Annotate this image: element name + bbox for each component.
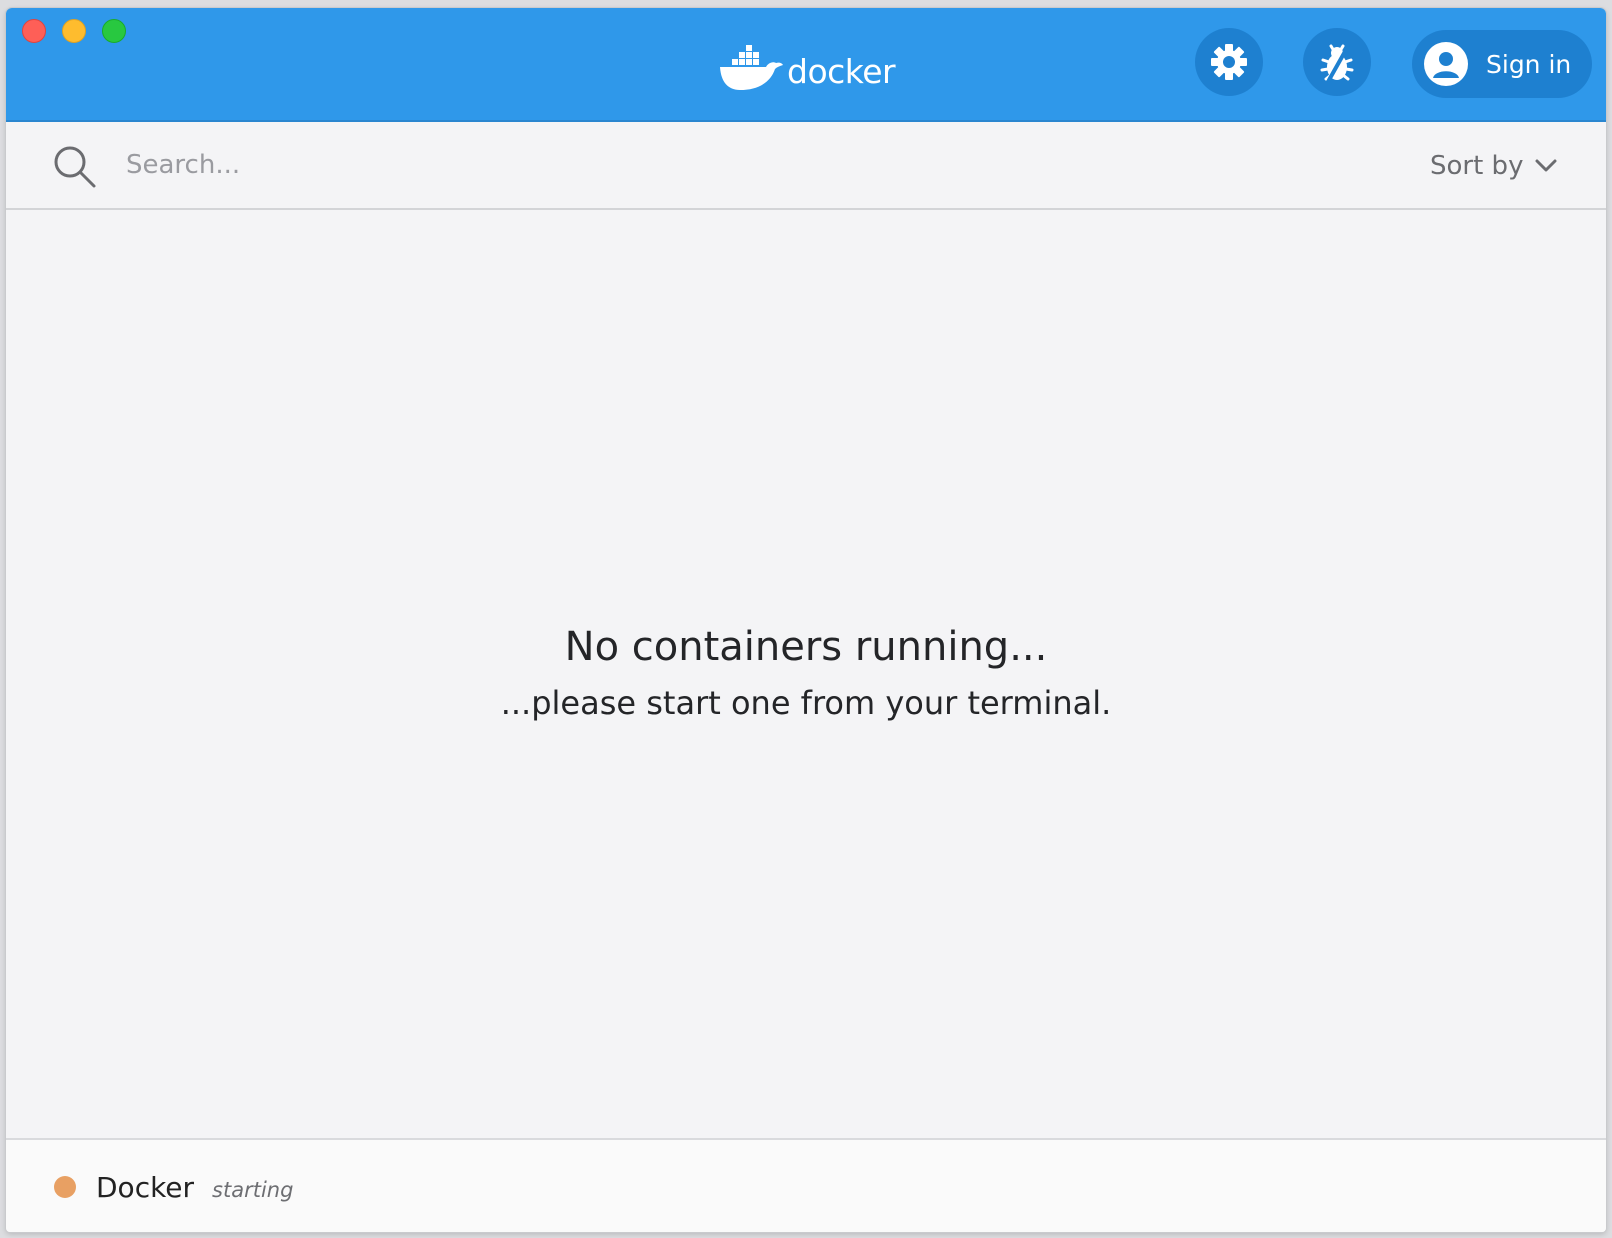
settings-button[interactable] [1195,28,1263,96]
logo-text: docker [787,51,896,91]
search-bar: Sort by [6,122,1606,210]
sort-by-label: Sort by [1430,151,1524,181]
empty-state-subtitle: ...please start one from your terminal. [500,684,1112,722]
sign-in-button[interactable]: Sign in [1412,30,1592,98]
gear-icon [1211,44,1247,80]
docker-whale-icon [720,45,783,90]
docker-dashboard-window: docker Sign in Search... Sort by No cont… [6,8,1606,1232]
search-input[interactable] [124,142,1028,188]
user-avatar [1424,42,1468,86]
chevron-down-icon [1535,159,1557,172]
sign-in-label: Sign in [1486,49,1572,79]
user-icon [1433,52,1459,78]
window-maximize-button[interactable] [102,19,126,43]
containers-panel: No containers running... ...please start… [6,210,1606,1138]
docker-logo: docker [718,41,896,97]
title-bar: docker Sign in [6,8,1606,122]
troubleshoot-button[interactable] [1303,28,1371,96]
status-state-text: starting [212,1178,294,1202]
status-service-name: Docker [96,1170,195,1204]
empty-state-title: No containers running... [564,624,1048,670]
window-close-button[interactable] [22,19,46,43]
status-indicator-dot [54,1176,76,1198]
status-bar: Docker starting [6,1138,1606,1232]
window-minimize-button[interactable] [62,19,86,43]
bug-icon [1320,44,1354,82]
sort-by-dropdown[interactable]: Sort by [1430,146,1557,186]
search-icon [54,146,96,188]
